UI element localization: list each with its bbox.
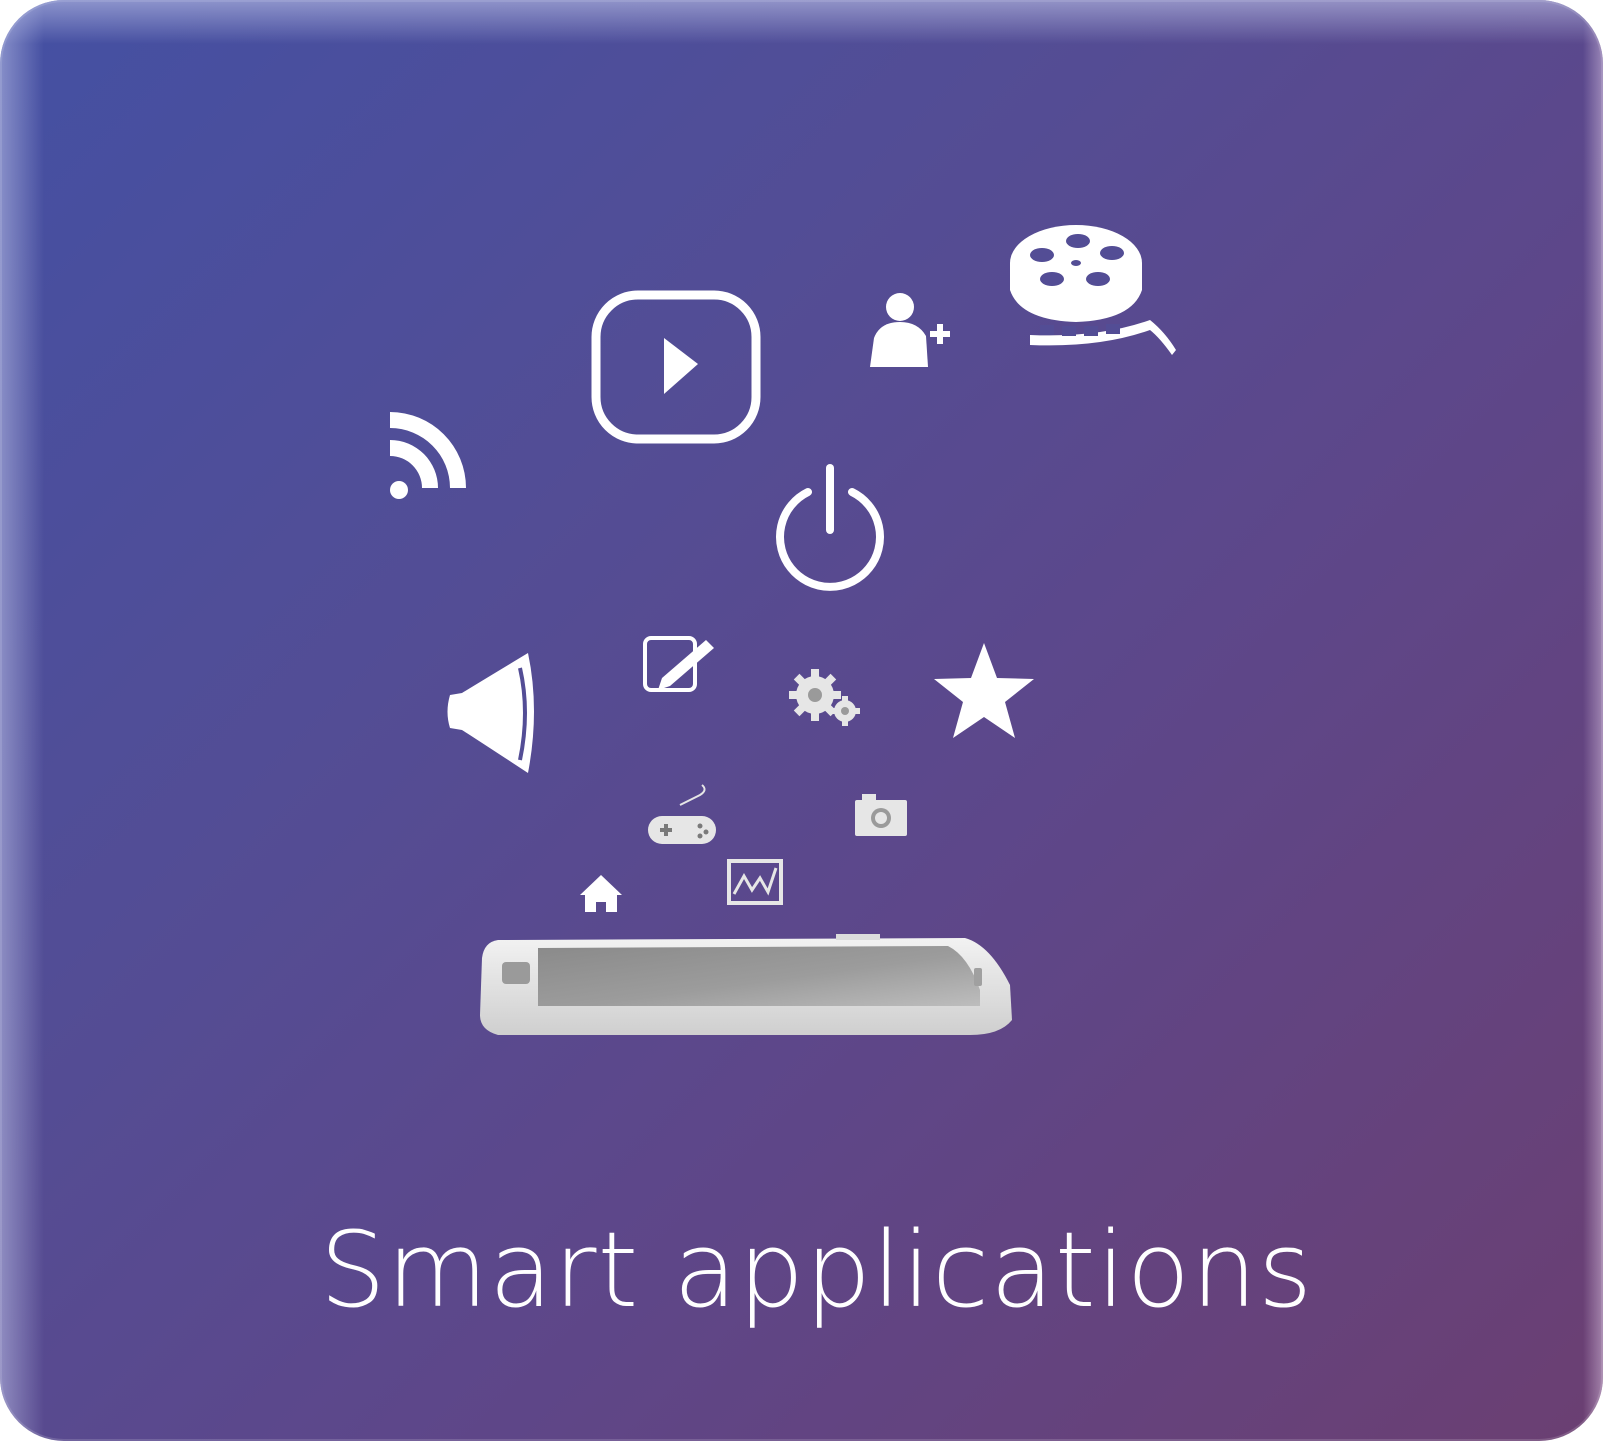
smart-applications-tile[interactable]: Smart applications [0,0,1603,1441]
home-icon [580,875,622,912]
smartphone-icon [480,934,1012,1035]
star-icon [934,643,1034,738]
edit-note-icon [643,636,714,692]
power-icon [776,464,884,591]
chart-image-icon [727,859,783,905]
add-user-icon [870,293,950,367]
rss-icon [390,412,466,499]
tile-title: Smart applications [319,1209,1314,1331]
film-reel-icon [1010,225,1176,355]
camera-icon [855,794,907,836]
gamepad-icon [648,784,716,844]
gears-icon [789,669,860,726]
speaker-icon [447,653,534,773]
play-button-icon [591,290,761,444]
